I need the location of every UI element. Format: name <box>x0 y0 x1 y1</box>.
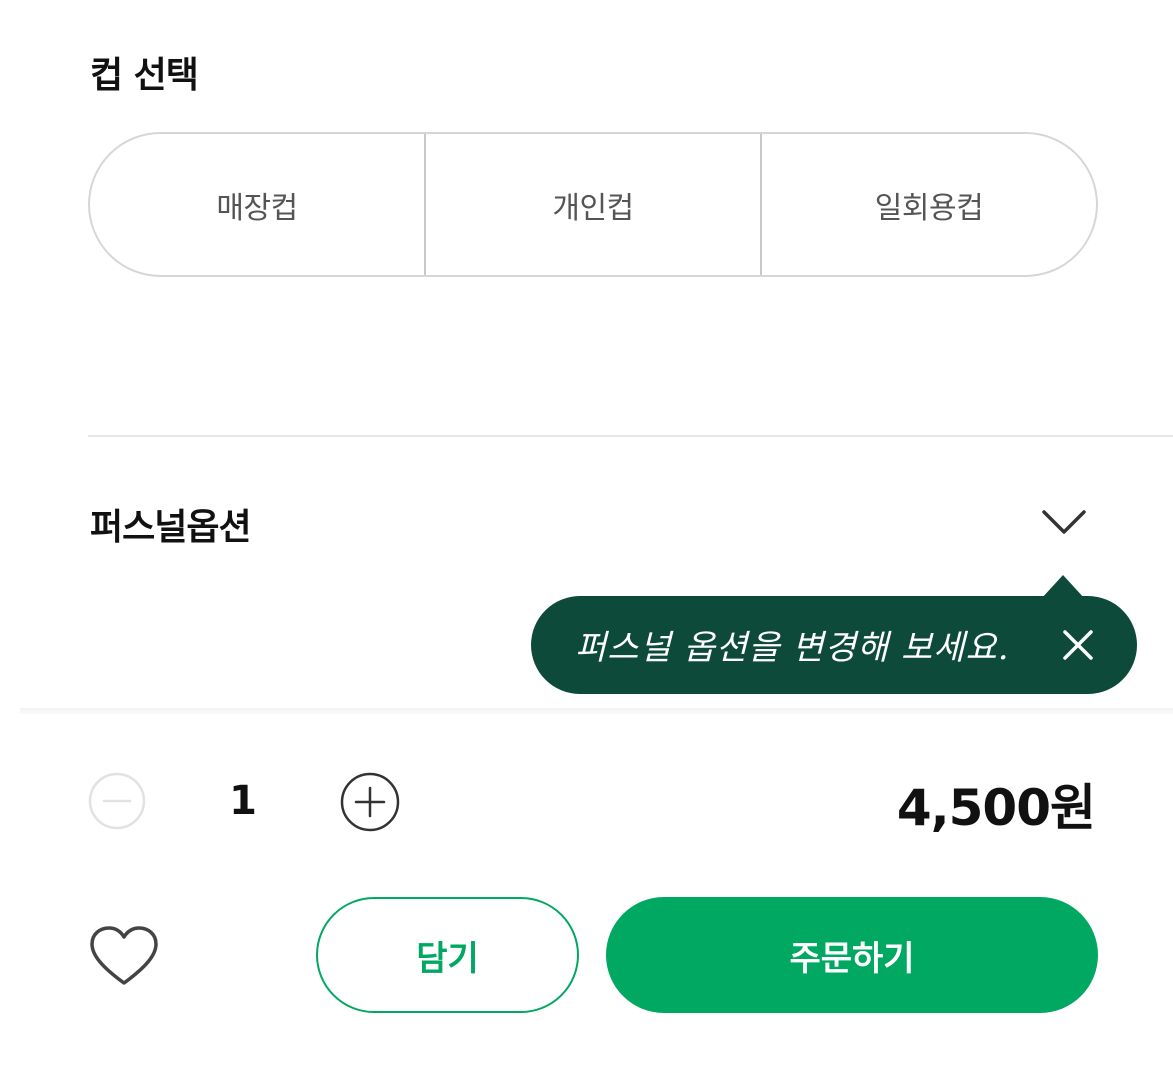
order-options-page: 컵 선택 매장컵 개인컵 일회용컵 퍼스널옵션 퍼스널 옵션을 변경해 보세요.… <box>0 0 1173 1065</box>
plus-circle-icon[interactable] <box>340 772 400 832</box>
cup-selection-title: 컵 선택 <box>90 55 199 96</box>
heart-icon[interactable] <box>88 925 160 989</box>
tooltip-text: 퍼스널 옵션을 변경해 보세요. <box>575 628 1010 668</box>
cup-option-disposable[interactable]: 일회용컵 <box>760 134 1096 275</box>
bottom-panel-separator <box>20 708 1173 714</box>
cup-option-store[interactable]: 매장컵 <box>90 134 424 275</box>
add-to-cart-button[interactable]: 담기 <box>316 897 579 1013</box>
personal-option-tooltip: 퍼스널 옵션을 변경해 보세요. <box>531 596 1137 694</box>
section-divider <box>88 435 1173 437</box>
order-button[interactable]: 주문하기 <box>606 897 1098 1013</box>
cup-option-personal[interactable]: 개인컵 <box>424 134 760 275</box>
total-price: 4,500원 <box>896 779 1096 837</box>
chevron-down-icon[interactable] <box>1040 502 1088 542</box>
personal-option-title: 퍼스널옵션 <box>90 507 252 548</box>
quantity-value: 1 <box>229 778 257 824</box>
close-icon[interactable] <box>1061 628 1095 662</box>
cup-selector: 매장컵 개인컵 일회용컵 <box>88 132 1098 277</box>
minus-circle-icon[interactable] <box>88 772 146 830</box>
